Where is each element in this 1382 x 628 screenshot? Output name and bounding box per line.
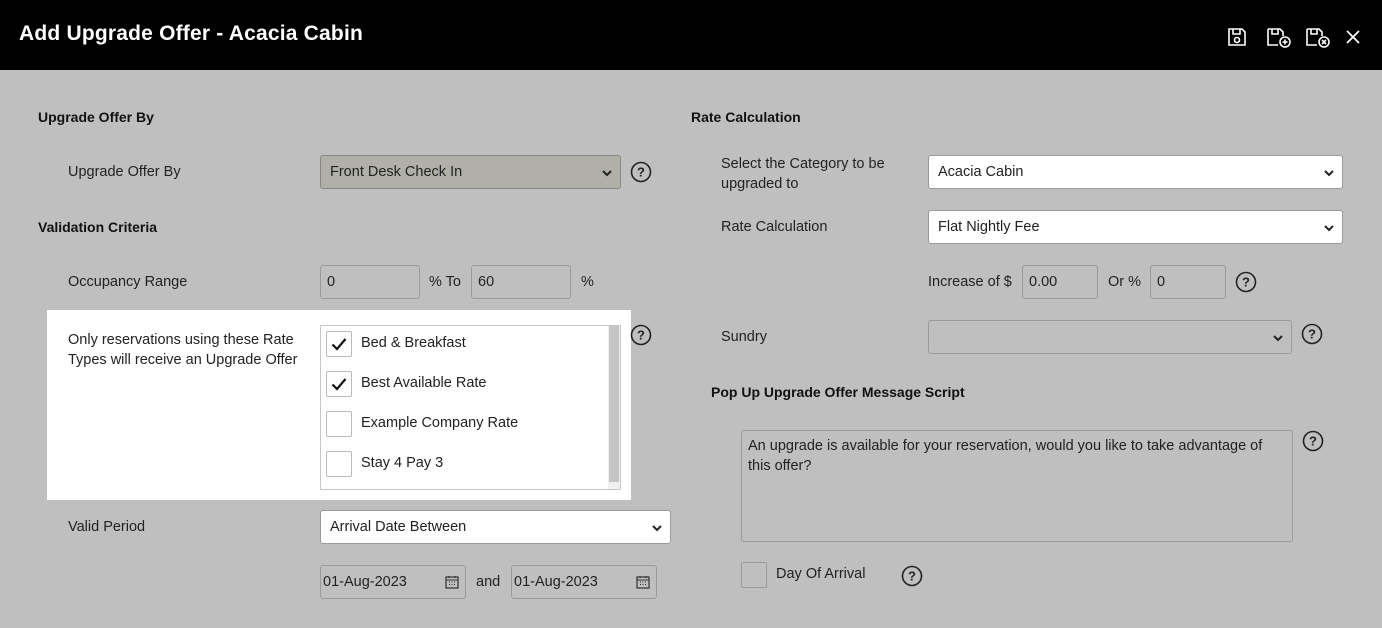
help-icon[interactable]: ? [1235,271,1257,293]
category-label: Select the Category to be upgraded to [721,156,885,192]
valid-period-value: Arrival Date Between [330,519,467,535]
occupancy-to-input[interactable]: 60 [471,265,571,299]
title-bar: Add Upgrade Offer - Acacia Cabin [0,0,1382,70]
rate-types-label: Only reservations using these Rate Types… [68,332,298,368]
calendar-icon[interactable] [445,575,459,589]
day-of-arrival-label: Day Of Arrival [776,566,866,582]
list-scrollbar[interactable] [608,326,620,489]
category-select[interactable]: Acacia Cabin [928,155,1343,189]
help-icon[interactable]: ? [630,324,652,346]
valid-period-label: Valid Period [68,519,146,535]
date-from-value: 01-Aug-2023 [323,574,407,590]
checkbox-stay-4-pay-3[interactable] [326,451,352,477]
list-item-label: Best Available Rate [361,375,487,391]
occupancy-from-input[interactable]: 0 [320,265,420,299]
section-validation-criteria: Validation Criteria [38,219,158,235]
rate-types-list[interactable]: Bed & Breakfast Best Available Rate Exam… [320,325,621,490]
occupancy-range-label: Occupancy Range [68,274,188,290]
chevron-down-icon [1324,225,1334,232]
section-upgrade-offer-by: Upgrade Offer By [38,109,154,125]
date-to-value: 01-Aug-2023 [514,574,598,590]
chevron-down-icon [652,525,662,532]
list-item-label: Bed & Breakfast [361,335,466,351]
chevron-down-icon [1324,170,1334,177]
chevron-down-icon [602,170,612,177]
date-from-input[interactable]: 01-Aug-2023 [320,565,466,599]
checkmark-icon [331,338,347,351]
svg-text:?: ? [908,569,916,584]
help-icon[interactable]: ? [630,161,652,183]
svg-text:?: ? [1309,434,1317,449]
section-rate-calculation: Rate Calculation [691,109,801,125]
form-content: Upgrade Offer By Upgrade Offer By Front … [0,70,1382,628]
help-icon[interactable]: ? [1301,323,1323,345]
occupancy-to-label: % To [429,274,461,290]
rate-calculation-value: Flat Nightly Fee [938,219,1040,235]
svg-text:?: ? [1308,327,1316,342]
section-popup-message: Pop Up Upgrade Offer Message Script [711,384,965,400]
svg-text:?: ? [637,165,645,180]
date-and-label: and [476,574,501,590]
list-item-label: Example Company Rate [361,415,519,431]
checkbox-example-company-rate[interactable] [326,411,352,437]
or-percent-label: Or % [1108,274,1142,290]
checkbox-best-available-rate[interactable] [326,371,352,397]
save-and-close-icon[interactable] [1305,26,1331,48]
sundry-select[interactable] [928,320,1292,354]
increase-input[interactable]: 0.00 [1022,265,1098,299]
window-title: Add Upgrade Offer - Acacia Cabin [19,22,364,45]
svg-text:?: ? [637,328,645,343]
checkmark-icon [331,378,347,391]
svg-text:?: ? [1242,275,1250,290]
date-to-input[interactable]: 01-Aug-2023 [511,565,657,599]
occupancy-unit-label: % [581,274,594,290]
close-icon[interactable] [1344,26,1362,48]
popup-message-textarea[interactable]: An upgrade is available for your reserva… [741,430,1293,542]
increase-label: Increase of $ [928,274,1012,290]
upgrade-offer-by-label: Upgrade Offer By [68,164,181,180]
save-icon[interactable] [1226,26,1248,48]
upgrade-offer-by-select[interactable]: Front Desk Check In [320,155,621,189]
sundry-label: Sundry [721,329,767,345]
valid-period-select[interactable]: Arrival Date Between [320,510,671,544]
list-item-label: Stay 4 Pay 3 [361,455,444,471]
calendar-icon[interactable] [636,575,650,589]
rate-calculation-select[interactable]: Flat Nightly Fee [928,210,1343,244]
rate-calculation-label: Rate Calculation [721,219,828,235]
help-icon[interactable]: ? [901,565,923,587]
chevron-down-icon [1273,335,1283,342]
help-icon[interactable]: ? [1302,430,1324,452]
save-and-new-icon[interactable] [1266,26,1292,48]
scrollbar-thumb[interactable] [609,326,619,482]
or-percent-input[interactable]: 0 [1150,265,1226,299]
category-value: Acacia Cabin [938,164,1024,180]
checkbox-bed-and-breakfast[interactable] [326,331,352,357]
day-of-arrival-checkbox[interactable] [741,562,767,588]
upgrade-offer-by-value: Front Desk Check In [330,164,463,180]
